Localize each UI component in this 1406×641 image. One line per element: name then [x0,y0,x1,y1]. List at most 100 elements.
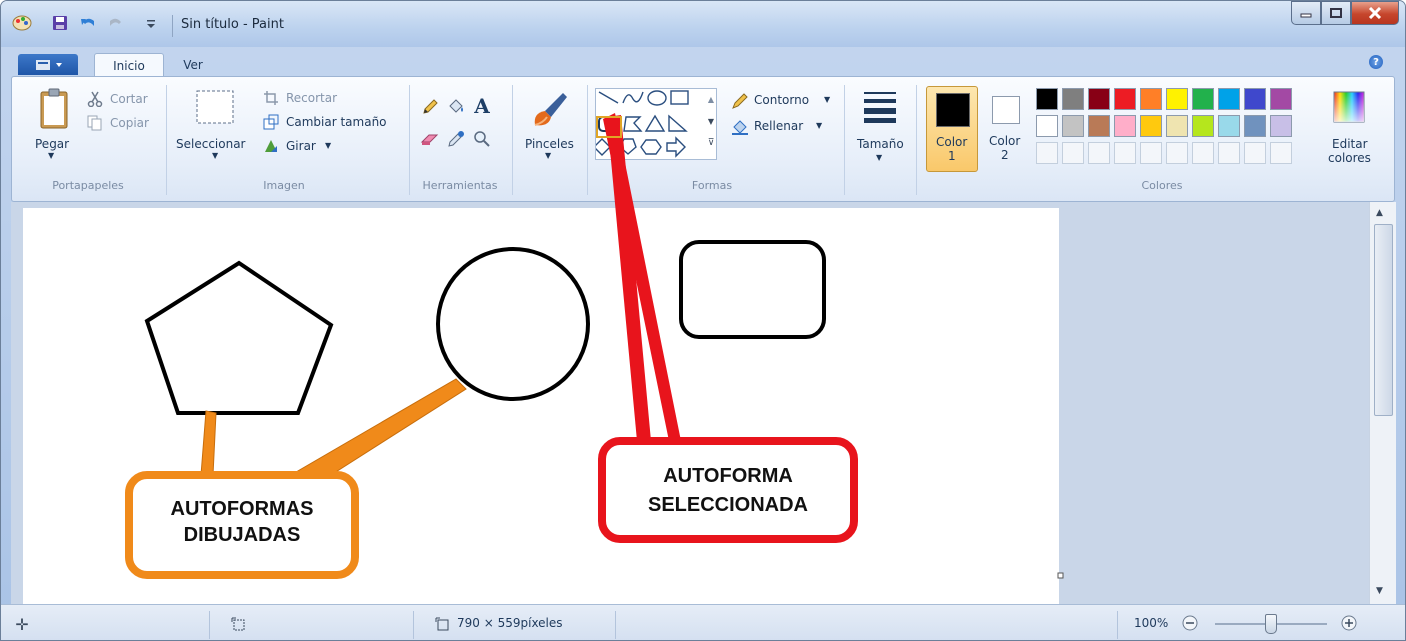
palette-custom-color-slot[interactable] [1140,142,1162,164]
paint-app-icon[interactable] [11,12,33,34]
resize-button[interactable]: Cambiar tamaño [286,115,387,129]
resize-icon [262,113,280,131]
brushes-button[interactable]: Pinceles [525,137,574,151]
palette-custom-color-slot[interactable] [1114,142,1136,164]
shapes-scroll-down-icon[interactable]: ▼ [705,111,717,131]
palette-color-swatch[interactable] [1270,88,1292,110]
color1-number: 1 [948,149,956,163]
help-icon[interactable]: ? [1369,55,1383,69]
select-icon[interactable] [194,87,236,127]
outline-dropdown-arrow[interactable]: ▼ [824,95,830,104]
edit-colors-icon[interactable] [1331,89,1367,125]
paste-button-label[interactable]: Pegar [35,137,69,151]
paste-dropdown-arrow[interactable]: ▼ [48,151,54,160]
palette-color-swatch[interactable] [1192,88,1214,110]
crop-button[interactable]: Recortar [286,91,337,105]
shapes-expand-icon[interactable]: ⊽ [705,133,717,153]
palette-color-swatch[interactable] [1244,88,1266,110]
palette-color-swatch[interactable] [1114,88,1136,110]
fill-shape-icon [730,117,750,137]
quick-access-dropdown-icon[interactable] [143,13,159,35]
brushes-dropdown-arrow[interactable]: ▼ [545,151,551,160]
arrow-shape-icon [666,136,686,158]
title-separator [172,15,173,37]
tab-inicio[interactable]: Inicio [94,53,164,78]
scroll-up-arrow[interactable]: ▲ [1376,208,1383,218]
palette-color-swatch[interactable] [1192,115,1214,137]
paste-icon[interactable] [38,87,70,131]
color-palette [1036,88,1306,172]
select-dropdown-arrow[interactable]: ▼ [212,151,218,160]
palette-color-swatch[interactable] [1166,88,1188,110]
size-icon[interactable] [860,87,900,127]
scroll-down-arrow[interactable]: ▼ [1376,586,1383,596]
palette-color-swatch[interactable] [1088,88,1110,110]
color2-button[interactable]: Color 2 [984,86,1030,172]
eraser-icon[interactable] [418,127,442,151]
drawn-callout-text-line1: AUTOFORMAS [170,498,314,520]
copy-button[interactable]: Copiar [110,116,149,130]
scroll-thumb[interactable] [1374,224,1393,416]
shapes-scroll-up-icon[interactable]: ▲ [705,89,717,109]
palette-custom-color-slot[interactable] [1036,142,1058,164]
palette-color-swatch[interactable] [1244,115,1266,137]
app-menu-button[interactable] [18,54,78,75]
palette-color-swatch[interactable] [1140,88,1162,110]
redo-icon[interactable] [105,12,127,34]
text-icon[interactable]: A [470,93,494,119]
palette-custom-color-slot[interactable] [1088,142,1110,164]
palette-custom-color-slot[interactable] [1244,142,1266,164]
vertical-scrollbar[interactable]: ▲ ▼ [1369,202,1396,604]
palette-color-swatch[interactable] [1218,88,1240,110]
image-group-label: Imagen [263,179,305,192]
rotate-button[interactable]: Girar [286,139,316,153]
pentagon-shape-icon [619,138,637,155]
select-button[interactable]: Seleccionar [176,137,245,151]
palette-color-swatch[interactable] [1114,115,1136,137]
pencil-icon[interactable] [418,95,442,119]
cut-button[interactable]: Cortar [110,92,148,106]
fill-button[interactable]: Rellenar [754,119,803,133]
palette-color-swatch[interactable] [1062,88,1084,110]
edit-colors-label[interactable]: Editar [1332,137,1368,151]
group-separator [166,85,167,195]
size-button[interactable]: Tamaño [857,137,904,151]
undo-icon[interactable] [77,12,99,34]
right-triangle-shape-icon [668,114,688,132]
fill-dropdown-arrow[interactable]: ▼ [816,121,822,130]
fill-icon[interactable] [444,95,468,119]
palette-color-swatch[interactable] [1166,115,1188,137]
brushes-icon[interactable] [530,87,570,131]
window-controls [1291,1,1399,25]
palette-color-swatch[interactable] [1062,115,1084,137]
palette-color-swatch[interactable] [1270,115,1292,137]
minimize-button[interactable] [1291,1,1321,25]
triangle-shape-icon [644,114,666,132]
maximize-button[interactable] [1321,1,1351,25]
save-icon[interactable] [49,12,71,34]
zoom-out-icon[interactable] [1181,614,1199,632]
outline-button[interactable]: Contorno [754,93,809,107]
palette-color-swatch[interactable] [1088,115,1110,137]
paint-window: Sin título - Paint Inicio Ver ? Pegar ▼ … [0,0,1406,641]
palette-custom-color-slot[interactable] [1218,142,1240,164]
shapes-gallery[interactable] [593,88,717,160]
color-picker-icon[interactable] [444,127,468,151]
palette-color-swatch[interactable] [1036,115,1058,137]
color1-button[interactable]: Color 1 [926,86,978,172]
palette-color-swatch[interactable] [1218,115,1240,137]
palette-custom-color-slot[interactable] [1166,142,1188,164]
zoom-slider-thumb[interactable] [1265,614,1277,634]
rotate-dropdown-arrow[interactable]: ▼ [325,141,331,150]
tab-ver[interactable]: Ver [173,53,213,77]
palette-custom-color-slot[interactable] [1062,142,1084,164]
palette-color-swatch[interactable] [1036,88,1058,110]
palette-custom-color-slot[interactable] [1270,142,1292,164]
palette-color-swatch[interactable] [1140,115,1162,137]
zoom-in-icon[interactable] [1340,614,1358,632]
size-dropdown-arrow[interactable]: ▼ [876,153,882,162]
palette-custom-color-slot[interactable] [1192,142,1214,164]
edit-colors-label-2[interactable]: colores [1328,151,1371,165]
magnifier-icon[interactable] [470,127,494,151]
close-button[interactable] [1351,1,1399,25]
